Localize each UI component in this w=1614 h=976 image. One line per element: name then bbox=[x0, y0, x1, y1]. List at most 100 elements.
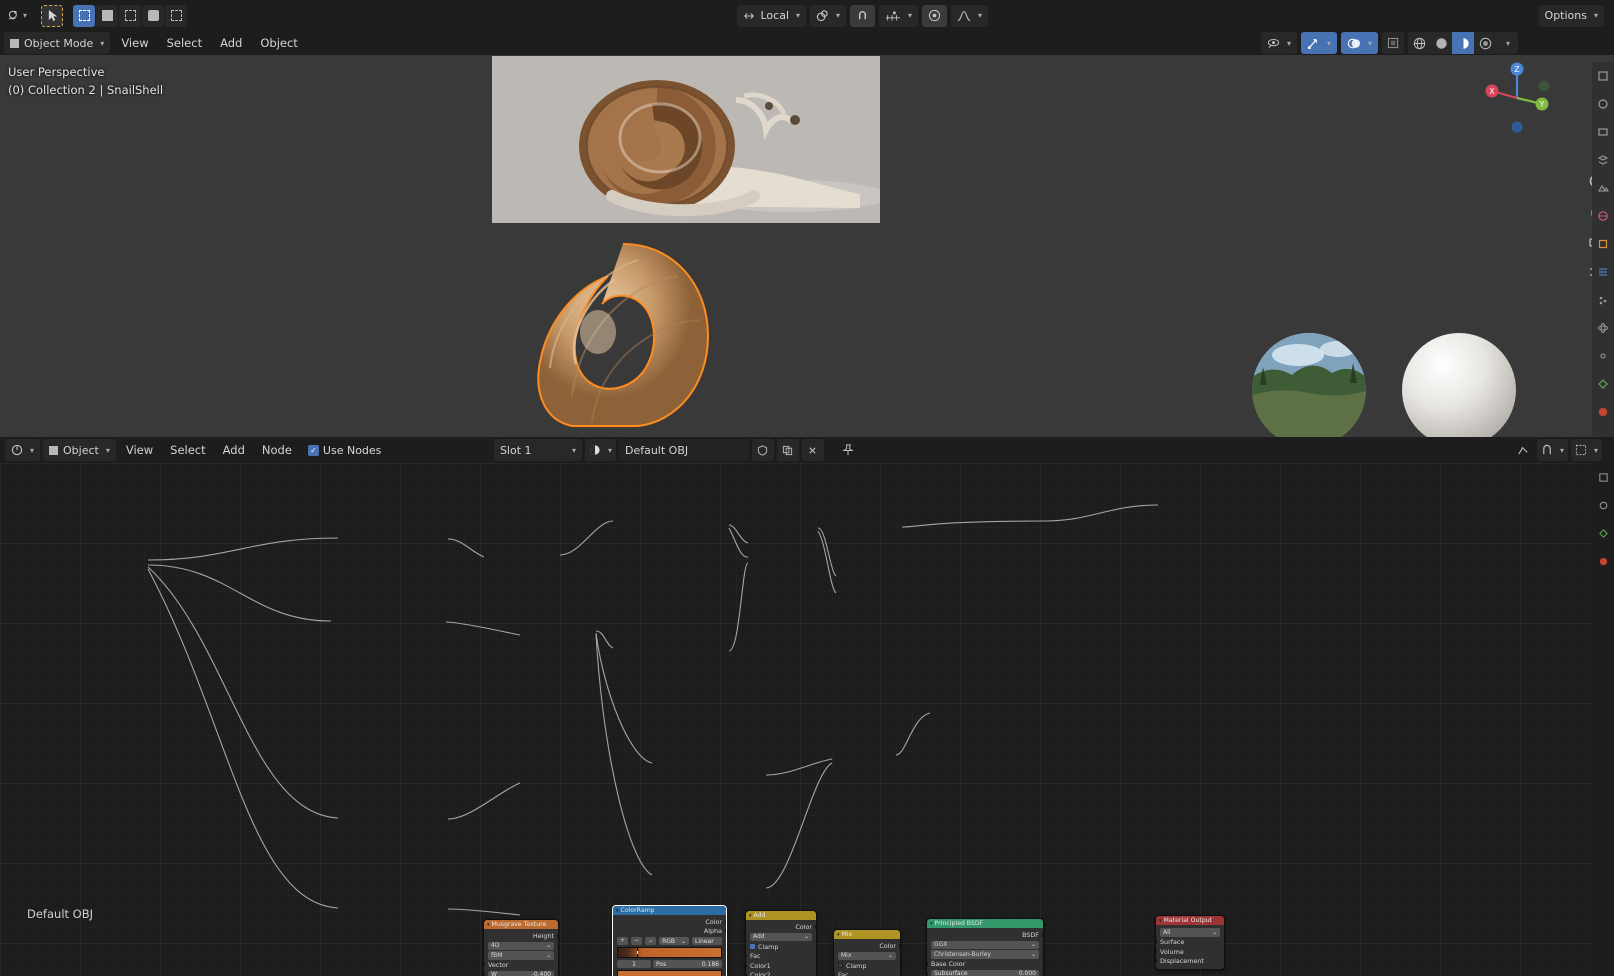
blend-mode-select[interactable]: Mix ⌄ bbox=[838, 951, 896, 960]
socket-icon[interactable] bbox=[927, 962, 929, 967]
shader-menu-view[interactable]: View bbox=[119, 440, 160, 460]
input-base-color[interactable]: Base Color bbox=[927, 960, 1043, 970]
select-lasso-icon[interactable] bbox=[119, 4, 142, 27]
render-tab-icon[interactable] bbox=[1592, 90, 1614, 118]
wireframe-shading-icon[interactable] bbox=[1408, 32, 1430, 54]
shader-menu-node[interactable]: Node bbox=[255, 440, 299, 460]
constraint-tab-icon[interactable] bbox=[1592, 342, 1614, 370]
snap-increment-dropdown[interactable]: ▾ bbox=[879, 4, 919, 27]
shader-editor-type-icon[interactable]: ▾ bbox=[5, 439, 41, 461]
material-slot-dropdown[interactable]: Slot 1 ▾ bbox=[493, 439, 582, 461]
collapse-triangle-icon[interactable]: ▾ bbox=[837, 932, 840, 938]
socket-icon[interactable] bbox=[556, 933, 558, 938]
node-colorramp-1[interactable]: ▾ ColorRamp Color Alpha + − ⌄ RGB ⌄ Linea… bbox=[612, 905, 727, 976]
output-color[interactable]: Color bbox=[613, 917, 726, 927]
pivot-point-dropdown[interactable]: ▾ bbox=[810, 4, 847, 27]
interpolation-select[interactable]: Linear bbox=[692, 937, 722, 945]
input-fac[interactable]: Fac bbox=[746, 952, 816, 962]
input-color1[interactable]: Color1 bbox=[746, 961, 816, 971]
socket-icon[interactable] bbox=[814, 924, 816, 929]
node-canvas[interactable]: ▾ Texture Coordinate Generated Normal UV… bbox=[0, 463, 1614, 976]
remove-stop-button[interactable]: − bbox=[631, 937, 643, 945]
viewlayer-tab-icon[interactable] bbox=[1592, 146, 1614, 174]
output-bsdf[interactable]: BSDF bbox=[927, 930, 1043, 940]
input-w[interactable]: W -0.400 bbox=[484, 970, 558, 976]
output-alpha[interactable]: Alpha bbox=[613, 927, 726, 937]
output-color[interactable]: Color bbox=[834, 941, 900, 951]
select-box-icon[interactable] bbox=[73, 4, 96, 27]
3d-viewport[interactable]: Object Mode ▾ View Select Add Object ▾ ▾… bbox=[0, 31, 1614, 437]
blend-mode-select[interactable]: Add ⌄ bbox=[750, 932, 812, 941]
properties-tabs-strip[interactable] bbox=[1592, 62, 1614, 437]
socket-icon[interactable] bbox=[484, 963, 486, 968]
ramp-controls[interactable]: + − ⌄ RGB ⌄ Linear bbox=[613, 936, 726, 946]
shader-menu-select[interactable]: Select bbox=[163, 440, 212, 460]
node-tool-tab-icon[interactable] bbox=[1592, 463, 1614, 491]
socket-icon[interactable] bbox=[724, 929, 726, 934]
ramp-position-row[interactable]: 1 Pos 0.186 bbox=[613, 959, 726, 969]
node-musgrave-texture-1[interactable]: ▾ Musgrave Texture Height 4D ⌄ fBM ⌄ Vecto… bbox=[483, 919, 559, 976]
ramp-color-swatch[interactable] bbox=[617, 970, 722, 976]
cursor-tool-icon[interactable] bbox=[41, 4, 64, 27]
viewport-menu-view[interactable]: View bbox=[114, 33, 155, 53]
collapse-triangle-icon[interactable]: ▾ bbox=[616, 908, 619, 914]
snap-magnet-toggle[interactable] bbox=[850, 4, 876, 27]
collapse-triangle-icon[interactable]: ▾ bbox=[487, 922, 490, 928]
subsurface-method-select[interactable]: Christensen-Burley ⌄ bbox=[931, 950, 1039, 959]
socket-icon[interactable] bbox=[724, 919, 726, 924]
node-header[interactable]: ▾ Musgrave Texture bbox=[484, 920, 558, 929]
musgrave-dimension-select[interactable]: 4D ⌄ bbox=[488, 941, 554, 950]
node-options-tab-icon[interactable] bbox=[1592, 491, 1614, 519]
shading-options-chevron[interactable]: ▾ bbox=[1496, 32, 1518, 54]
falloff-curve-dropdown[interactable]: ▾ bbox=[951, 4, 989, 27]
object-mode-dropdown[interactable]: Object Mode ▾ bbox=[4, 32, 111, 54]
node-snap-dropdown[interactable]: ▾ bbox=[1536, 439, 1568, 461]
shader-editor[interactable]: ▾ Object ▾ View Select Add Node ✓ Use No… bbox=[0, 437, 1614, 976]
select-circle-icon[interactable] bbox=[142, 4, 165, 27]
output-tab-icon[interactable] bbox=[1592, 118, 1614, 146]
navigation-gizmo[interactable]: Z X Y bbox=[1480, 61, 1554, 135]
material-browse-dropdown[interactable]: ▾ bbox=[584, 439, 616, 461]
select-box-alt-icon[interactable] bbox=[165, 4, 188, 27]
physics-tab-icon[interactable] bbox=[1592, 314, 1614, 342]
input-color2[interactable]: Color2 bbox=[746, 971, 816, 976]
node-mix-rgb[interactable]: ▾ Mix Color Mix⌄ Clamp Fac Color1 Color2 bbox=[833, 929, 901, 976]
distribution-select[interactable]: GGX ⌄ bbox=[931, 940, 1039, 949]
viewport-menu-select[interactable]: Select bbox=[160, 33, 209, 53]
particles-tab-icon[interactable] bbox=[1592, 286, 1614, 314]
socket-icon[interactable] bbox=[484, 972, 486, 976]
transform-orientation-dropdown[interactable]: Local ▾ bbox=[737, 4, 807, 27]
proportional-edit-toggle[interactable] bbox=[922, 4, 948, 27]
node-header[interactable]: ▾ ColorRamp bbox=[613, 906, 726, 915]
shader-right-strip[interactable] bbox=[1592, 463, 1614, 976]
unlink-material-button[interactable] bbox=[801, 439, 824, 461]
options-dropdown[interactable]: Options ▾ bbox=[1538, 4, 1604, 27]
rendered-shading-icon[interactable] bbox=[1474, 32, 1496, 54]
scene-tab-icon[interactable] bbox=[1592, 174, 1614, 202]
use-nodes-checkbox[interactable]: ✓ Use Nodes bbox=[307, 444, 381, 457]
fake-user-button[interactable] bbox=[751, 439, 774, 461]
material-tab-icon[interactable] bbox=[1592, 398, 1614, 426]
ramp-menu-button[interactable]: ⌄ bbox=[645, 937, 657, 945]
overlays-toggle[interactable]: ▾ bbox=[1340, 32, 1378, 54]
material-preview-shading-icon[interactable] bbox=[1452, 32, 1474, 54]
pin-icon[interactable] bbox=[837, 439, 859, 461]
gizmos-toggle[interactable]: ▾ bbox=[1300, 32, 1337, 54]
xray-toggle[interactable] bbox=[1382, 32, 1404, 54]
ramp-stop-marker[interactable] bbox=[636, 948, 638, 957]
input-surface[interactable]: Surface bbox=[1156, 938, 1224, 948]
output-color[interactable]: Color bbox=[746, 922, 816, 932]
shader-menu-add[interactable]: Add bbox=[216, 440, 252, 460]
socket-icon[interactable] bbox=[1156, 959, 1158, 964]
collapse-triangle-icon[interactable]: ▾ bbox=[930, 921, 933, 927]
node-header[interactable]: ▾ Mix bbox=[834, 930, 900, 939]
editor-type-group[interactable]: ▾ bbox=[4, 5, 31, 27]
select-mode-group[interactable] bbox=[73, 4, 188, 27]
solid-shading-icon[interactable] bbox=[1430, 32, 1452, 54]
input-vector[interactable]: Vector bbox=[484, 961, 558, 971]
add-stop-button[interactable]: + bbox=[617, 937, 629, 945]
viewport-menu-add[interactable]: Add bbox=[213, 33, 249, 53]
duplicate-material-button[interactable] bbox=[776, 439, 799, 461]
socket-icon[interactable] bbox=[746, 954, 748, 959]
editor-type-icon[interactable]: ▾ bbox=[4, 5, 31, 27]
